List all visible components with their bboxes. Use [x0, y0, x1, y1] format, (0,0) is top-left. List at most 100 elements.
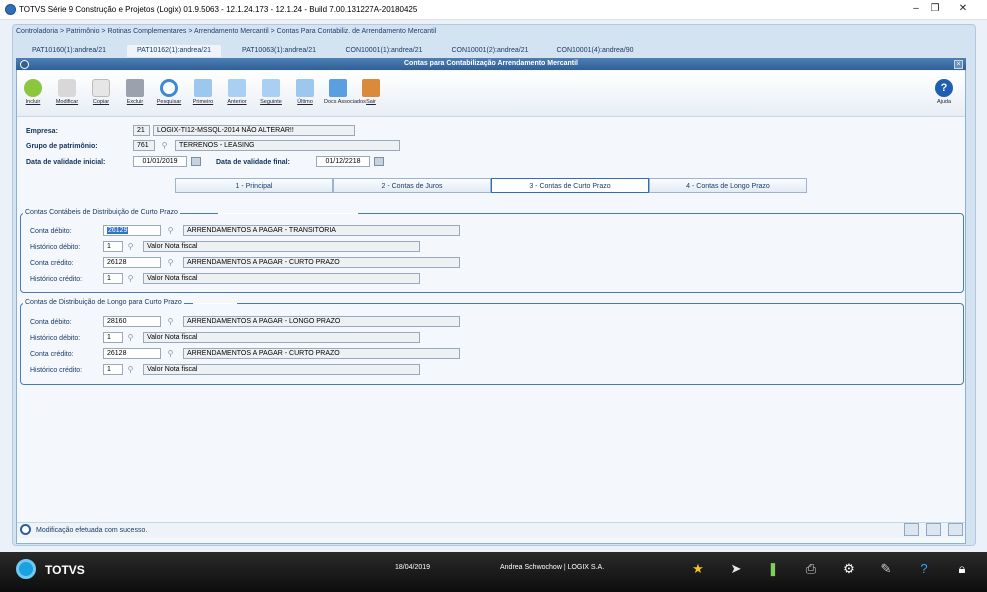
copiar-button[interactable]: Copiar [86, 76, 116, 116]
program-tab[interactable]: CON10001(1):andrea/21 [337, 45, 431, 57]
historico-debito-label: Histórico débito: [30, 244, 81, 251]
totvs-logo-icon[interactable] [16, 559, 36, 579]
send-plane-icon[interactable]: ➤ [728, 561, 744, 577]
breadcrumb: Controladoria > Patrimônio > Rotinas Com… [16, 28, 437, 35]
historico-credito-name-field: Valor Nota fiscal [143, 364, 420, 375]
historico-credito-code-field[interactable]: 1 [103, 364, 123, 375]
historico-debito-name-field: Valor Nota fiscal [143, 332, 420, 343]
historico-debito-name-field: Valor Nota fiscal [143, 241, 420, 252]
program-tab[interactable]: PAT10063(1):andrea/21 [232, 45, 326, 57]
excluir-button[interactable]: Excluir [120, 76, 150, 116]
conta-credito-name-field: ARRENDAMENTOS A PAGAR - CURTO PRAZO [183, 257, 460, 268]
conta-credito-code-field[interactable]: 26128 [103, 348, 161, 359]
lookup-search-icon[interactable]: ⚲ [160, 141, 169, 150]
lookup-search-icon[interactable]: ⚲ [126, 242, 135, 251]
lock-icon[interactable]: 🔒︎ [954, 561, 970, 577]
favorites-star-icon[interactable]: ★ [690, 561, 706, 577]
seguinte-button[interactable]: Seguinte [256, 76, 286, 116]
status-resize-icon[interactable] [904, 523, 919, 536]
settings-gear-icon[interactable]: ⚙ [841, 561, 857, 577]
window-menu-icon[interactable] [20, 60, 29, 69]
trash-icon [126, 79, 144, 97]
help-circle-icon[interactable]: ? [916, 561, 932, 577]
data-inicial-field[interactable]: 01/01/2019 [133, 156, 187, 167]
help-icon: ? [935, 79, 953, 97]
conta-credito-code-field[interactable]: 26128 [103, 257, 161, 268]
lookup-search-icon[interactable]: ⚲ [166, 226, 175, 235]
status-bar [17, 522, 965, 538]
taskbar-user: Andrea Schwochow | LOGIX S.A. [500, 564, 605, 571]
program-tab[interactable]: CON10001(4):andrea/90 [548, 45, 642, 57]
minimize-icon[interactable]: – [906, 3, 926, 14]
program-tab-active[interactable]: PAT10162(1):andrea/21 [127, 45, 221, 57]
historico-debito-code-field[interactable]: 1 [103, 241, 123, 252]
pesquisar-button[interactable]: Pesquisar [154, 76, 184, 116]
arrow-right-icon [262, 79, 280, 97]
conta-debito-name-field: ARRENDAMENTOS A PAGAR - LONGO PRAZO [183, 316, 460, 327]
program-tab[interactable]: PAT10160(1):andrea/21 [22, 45, 116, 57]
lookup-search-icon[interactable]: ⚲ [166, 317, 175, 326]
incluir-button[interactable]: Incluir [18, 76, 48, 116]
historico-debito-code-field[interactable]: 1 [103, 332, 123, 343]
lookup-search-icon[interactable]: ⚲ [126, 274, 135, 283]
conta-credito-name-field: ARRENDAMENTOS A PAGAR - CURTO PRAZO [183, 348, 460, 359]
group-curto-prazo-title: Contas Contábeis de Distribuição de Curt… [23, 209, 180, 216]
status-print-icon[interactable] [926, 523, 941, 536]
window-close-icon[interactable]: × [954, 60, 963, 69]
totvs-brand: TOTVS [45, 563, 85, 577]
status-chat-icon[interactable] [948, 523, 963, 536]
close-icon[interactable]: ✕ [953, 3, 973, 14]
historico-credito-code-field[interactable]: 1 [103, 273, 123, 284]
primeiro-button[interactable]: Primeiro [188, 76, 218, 116]
empresa-label: Empresa: [26, 128, 58, 135]
docs-associados-button[interactable]: Docs Associados [324, 76, 366, 116]
historico-credito-label: Histórico crédito: [30, 367, 83, 374]
tab-principal[interactable]: 1 - Principal [175, 178, 333, 193]
empresa-name-field: LOGIX-TI12-MSSQL-2014 NÃO ALTERAR!! [153, 125, 355, 136]
exit-door-icon [362, 79, 380, 97]
program-tab[interactable]: CON10001(2):andrea/21 [443, 45, 537, 57]
ajuda-button[interactable]: ? Ajuda [929, 76, 959, 116]
conta-debito-code-field[interactable]: 28160 [103, 316, 161, 327]
data-final-field[interactable]: 01/12/2218 [316, 156, 370, 167]
restore-icon[interactable]: ❐ [925, 3, 945, 14]
lookup-search-icon[interactable]: ⚲ [166, 349, 175, 358]
conta-debito-code-field[interactable]: 26129 [103, 225, 161, 236]
empresa-code-field[interactable]: 21 [133, 125, 150, 136]
totvs-taskbar [0, 552, 987, 592]
calendar-icon[interactable] [191, 157, 201, 166]
conta-credito-label: Conta crédito: [30, 351, 74, 358]
lookup-search-icon[interactable]: ⚲ [166, 258, 175, 267]
data-inicial-label: Data de validade inicial: [26, 159, 106, 166]
tab-contas-longo-prazo[interactable]: 4 - Contas de Longo Prazo [649, 178, 807, 193]
grupo-name-field: TERRENOS - LEASING [175, 140, 400, 151]
bookmark-icon[interactable]: ❚ [765, 561, 781, 577]
historico-credito-name-field: Valor Nota fiscal [143, 273, 420, 284]
sair-button[interactable]: Sair [356, 76, 386, 116]
calendar-icon[interactable] [374, 157, 384, 166]
data-final-label: Data de validade final: [216, 159, 290, 166]
program-window-title: Contas para Contabilização Arrendamento … [16, 58, 966, 70]
ultimo-button[interactable]: Último [290, 76, 320, 116]
printer-icon[interactable]: ⎙ [803, 561, 819, 577]
totvs-app-icon [5, 4, 16, 15]
tools-icon[interactable]: ✎ [878, 561, 894, 577]
grupo-label: Grupo de patrimônio: [26, 143, 98, 150]
window-titlebar: TOTVS Série 9 Construção e Projetos (Log… [0, 0, 987, 20]
search-icon [160, 79, 178, 97]
historico-credito-label: Histórico crédito: [30, 276, 83, 283]
lookup-search-icon[interactable]: ⚲ [126, 365, 135, 374]
tab-contas-curto-prazo[interactable]: 3 - Contas de Curto Prazo [491, 178, 649, 193]
conta-credito-label: Conta crédito: [30, 260, 74, 267]
add-icon [24, 79, 42, 97]
taskbar-date: 18/04/2019 [395, 564, 431, 571]
grupo-code-field[interactable]: 761 [133, 140, 155, 151]
lookup-search-icon[interactable]: ⚲ [126, 333, 135, 342]
conta-debito-name-field: ARRENDAMENTOS A PAGAR - TRANSITÓRIA [183, 225, 460, 236]
tab-contas-juros[interactable]: 2 - Contas de Juros [333, 178, 491, 193]
arrow-left-icon [228, 79, 246, 97]
group-longo-para-curto-title: Contas de Distribuição de Longo para Cur… [23, 299, 184, 306]
conta-debito-label: Conta débito: [30, 228, 72, 235]
modificar-button[interactable]: Modificar [52, 76, 82, 116]
anterior-button[interactable]: Anterior [222, 76, 252, 116]
